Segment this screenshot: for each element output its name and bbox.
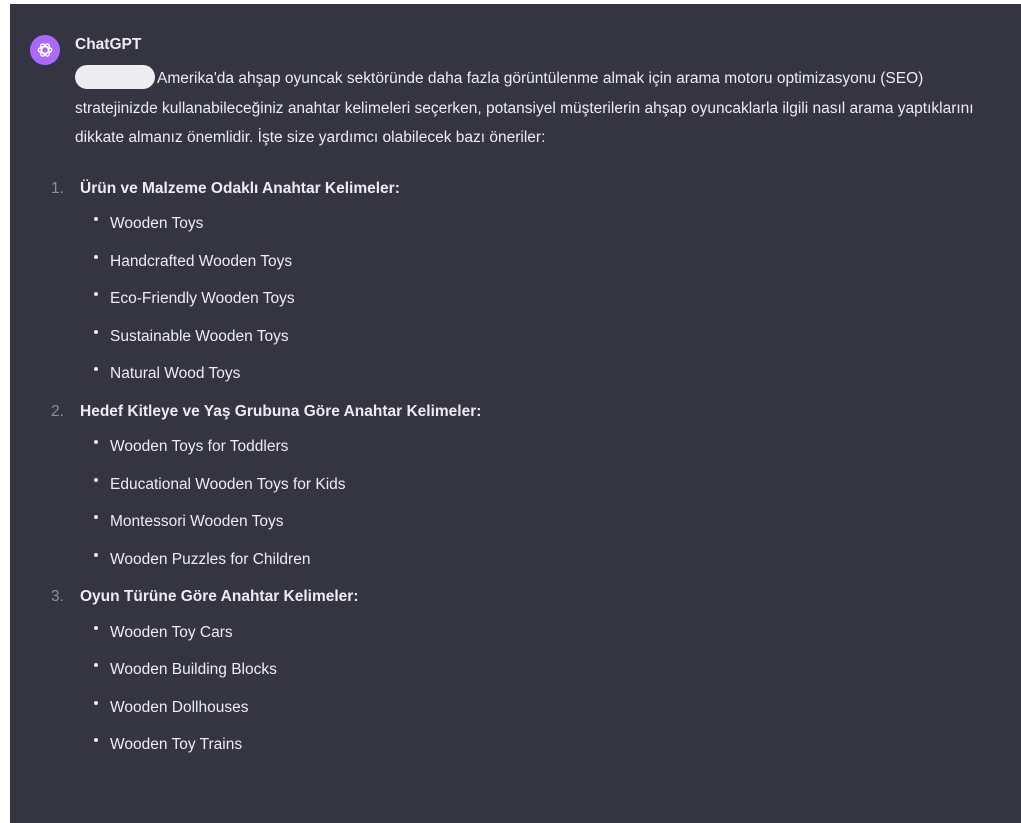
chat-message-panel: ChatGPT Amerika'da ahşap oyuncak sektörü… — [10, 4, 1021, 823]
keyword-text: Montessori Wooden Toys — [110, 513, 284, 530]
section-item: 3. Oyun Türüne Göre Anahtar Kelimeler: W… — [51, 582, 995, 768]
bullet-icon — [94, 329, 98, 334]
keyword-text: Wooden Toys — [110, 215, 204, 232]
intro-text: Amerika'da ahşap oyuncak sektöründe daha… — [75, 70, 974, 146]
bullet-icon — [94, 738, 98, 742]
message-author: ChatGPT — [75, 36, 142, 53]
keyword-item: Handcrafted Wooden Toys — [80, 247, 995, 285]
bullet-icon — [94, 552, 98, 557]
keyword-item: Wooden Toy Trains — [80, 730, 995, 768]
keyword-text: Sustainable Wooden Toys — [110, 327, 289, 345]
keyword-text: Wooden Building Blocks — [110, 661, 277, 678]
openai-logo-icon — [37, 43, 53, 57]
bullet-icon — [94, 515, 98, 519]
keyword-item: Wooden Puzzles for Children — [80, 545, 995, 583]
bullet-icon — [94, 217, 98, 221]
keyword-item: Eco-Friendly Wooden Toys — [80, 284, 995, 322]
bullet-icon — [94, 625, 98, 630]
section-heading: Oyun Türüne Göre Anahtar Kelimeler: — [80, 588, 359, 605]
keyword-text: Wooden Toy Trains — [110, 736, 243, 753]
intro-paragraph: Amerika'da ahşap oyuncak sektöründe daha… — [75, 64, 995, 153]
keyword-item: Wooden Dollhouses — [80, 693, 995, 731]
bullet-icon — [94, 254, 98, 259]
keyword-item: Wooden Toy Cars — [80, 618, 995, 656]
keyword-item: Montessori Wooden Toys — [80, 507, 995, 545]
section-heading: Hedef Kitleye ve Yaş Grubuna Göre Anahta… — [80, 402, 482, 420]
keyword-item: Wooden Building Blocks — [80, 655, 995, 693]
keyword-item: Natural Wood Toys — [80, 359, 995, 397]
bullet-icon — [94, 663, 98, 667]
keyword-text: Wooden Toys for Toddlers — [110, 438, 289, 455]
chatgpt-avatar — [30, 35, 60, 65]
section-number: 1. — [51, 179, 64, 197]
keyword-list: Wooden Toy Cars Wooden Building Blocks W… — [80, 618, 995, 768]
message-body: Amerika'da ahşap oyuncak sektöründe daha… — [51, 64, 995, 768]
keyword-text: Handcrafted Wooden Toys — [110, 252, 293, 270]
keyword-item: Wooden Toys for Toddlers — [80, 432, 995, 470]
keyword-item: Educational Wooden Toys for Kids — [80, 470, 995, 508]
bullet-icon — [94, 367, 98, 371]
bullet-icon — [94, 440, 98, 444]
keyword-text: Natural Wood Toys — [110, 365, 241, 382]
bullet-icon — [94, 700, 98, 705]
keyword-text: Educational Wooden Toys for Kids — [110, 475, 346, 493]
keyword-sections-list: 1. Ürün ve Malzeme Odaklı Anahtar Kelime… — [51, 174, 995, 768]
keyword-text: Wooden Toy Cars — [110, 623, 233, 641]
keyword-list: Wooden Toys Handcrafted Wooden Toys Eco-… — [80, 209, 995, 397]
section-item: 2. Hedef Kitleye ve Yaş Grubuna Göre Ana… — [51, 397, 995, 583]
keyword-item: Wooden Toys — [80, 209, 995, 247]
bullet-icon — [94, 292, 98, 296]
keyword-list: Wooden Toys for Toddlers Educational Woo… — [80, 432, 995, 582]
keyword-item: Sustainable Wooden Toys — [80, 322, 995, 360]
keyword-text: Eco-Friendly Wooden Toys — [110, 290, 295, 307]
section-number: 2. — [51, 402, 64, 420]
redacted-name — [75, 65, 155, 89]
keyword-text: Wooden Dollhouses — [110, 698, 249, 716]
section-heading: Ürün ve Malzeme Odaklı Anahtar Kelimeler… — [80, 179, 400, 197]
keyword-text: Wooden Puzzles for Children — [110, 550, 311, 568]
bullet-icon — [94, 477, 98, 482]
section-item: 1. Ürün ve Malzeme Odaklı Anahtar Kelime… — [51, 174, 995, 397]
section-number: 3. — [51, 588, 64, 605]
